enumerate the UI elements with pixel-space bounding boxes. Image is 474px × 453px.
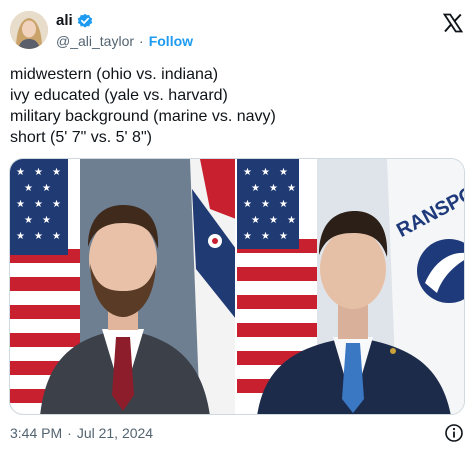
verified-badge-icon — [77, 13, 93, 29]
handle-row: @_ali_taylor · Follow — [56, 33, 193, 50]
svg-text:★: ★ — [243, 167, 252, 178]
svg-text:★: ★ — [261, 199, 270, 210]
svg-text:★: ★ — [243, 199, 252, 210]
photo-left[interactable]: ★ ★ ★ ★ ★ ★ ★ ★ ★ ★ ★ ★ ★ — [10, 159, 235, 414]
svg-text:★: ★ — [34, 199, 43, 210]
svg-text:★: ★ — [42, 215, 51, 226]
avatar[interactable] — [10, 11, 48, 49]
tweet-header: ali @_ali_taylor · Follow — [0, 0, 474, 60]
svg-text:★: ★ — [52, 199, 61, 210]
follow-button[interactable]: Follow — [149, 33, 193, 50]
svg-text:★: ★ — [42, 183, 51, 194]
svg-text:★: ★ — [251, 183, 260, 194]
svg-text:★: ★ — [34, 231, 43, 242]
media-grid: ★ ★ ★ ★ ★ ★ ★ ★ ★ ★ ★ ★ ★ ★ ★ ★ ★ ★ ★ ★ … — [9, 158, 465, 415]
svg-text:★: ★ — [24, 215, 33, 226]
svg-text:★: ★ — [34, 167, 43, 178]
tweet-text: midwestern (ohio vs. indiana) ivy educat… — [10, 64, 460, 148]
svg-text:★: ★ — [269, 183, 278, 194]
name-row: ali — [56, 12, 93, 30]
tweet-line: ivy educated (yale vs. harvard) — [10, 87, 228, 104]
photo-right[interactable]: ★ ★ ★ ★ ★ ★ ★ ★ ★ ★ ★ ★ ★ ★ ★ RANSPO — [237, 159, 464, 414]
svg-text:★: ★ — [287, 183, 296, 194]
svg-text:★: ★ — [287, 215, 296, 226]
svg-text:★: ★ — [261, 231, 270, 242]
svg-text:★: ★ — [279, 167, 288, 178]
svg-text:★: ★ — [16, 199, 25, 210]
tweet-line: short (5' 7" vs. 5' 8") — [10, 129, 152, 146]
tweet-meta: 3:44 PM · Jul 21, 2024 — [10, 424, 153, 442]
svg-text:★: ★ — [279, 231, 288, 242]
tweet-line: midwestern (ohio vs. indiana) — [10, 66, 219, 83]
svg-text:★: ★ — [16, 167, 25, 178]
x-logo-icon[interactable] — [442, 13, 464, 33]
svg-text:★: ★ — [261, 167, 270, 178]
separator-dot: · — [67, 425, 72, 441]
svg-text:★: ★ — [52, 167, 61, 178]
handle[interactable]: @_ali_taylor — [56, 33, 134, 50]
svg-text:★: ★ — [243, 231, 252, 242]
tweet-line: military background (marine vs. navy) — [10, 108, 276, 125]
svg-text:★: ★ — [16, 231, 25, 242]
tweet-date[interactable]: Jul 21, 2024 — [77, 425, 153, 441]
tweet-time[interactable]: 3:44 PM — [10, 425, 62, 441]
display-name[interactable]: ali — [56, 12, 73, 30]
separator-dot: · — [139, 33, 144, 49]
tweet-card: ali @_ali_taylor · Follow midwestern (oh… — [0, 0, 474, 453]
info-icon[interactable] — [444, 423, 464, 443]
svg-text:★: ★ — [52, 231, 61, 242]
svg-text:★: ★ — [279, 199, 288, 210]
svg-text:★: ★ — [24, 183, 33, 194]
svg-text:★: ★ — [251, 215, 260, 226]
svg-text:★: ★ — [269, 215, 278, 226]
